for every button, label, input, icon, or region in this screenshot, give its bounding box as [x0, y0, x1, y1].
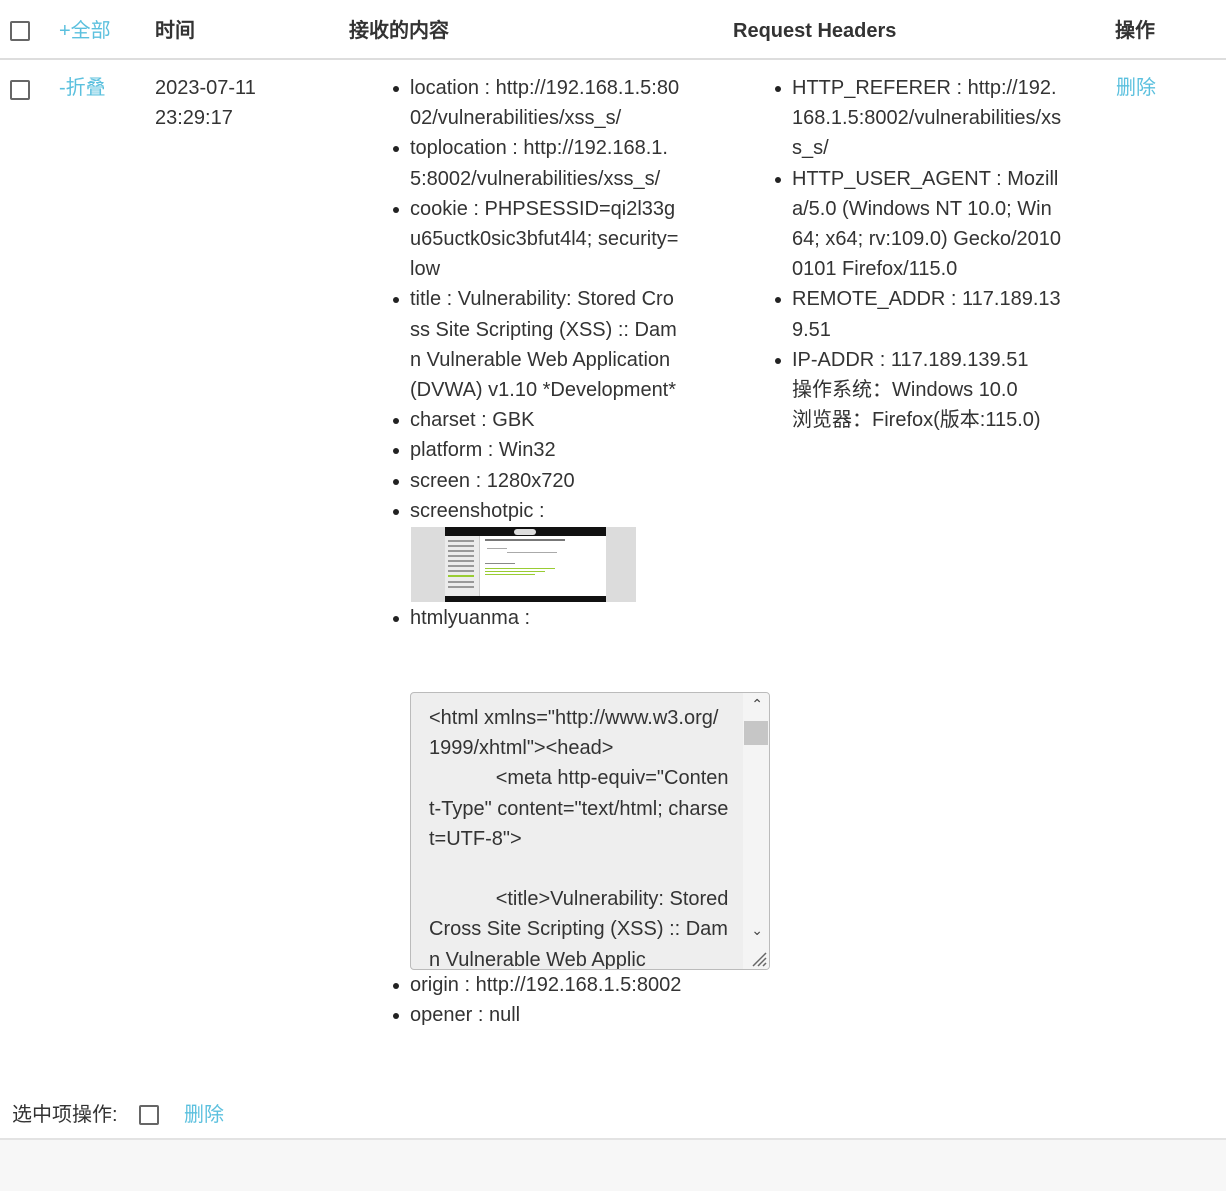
list-item: HTTP_USER_AGENTMozilla/5.0 (Windows NT 1…: [775, 164, 1062, 285]
column-header-actions: 操作: [1115, 20, 1155, 42]
item-value: GBK: [492, 409, 535, 432]
scrollbar-thumb[interactable]: [744, 721, 768, 745]
row-checkbox[interactable]: [10, 80, 30, 100]
os-info: 操作系统：Windows 10.0: [792, 379, 1018, 402]
delete-row-link[interactable]: 删除: [1116, 73, 1156, 103]
list-item: REMOTE_ADDR117.189.139.51: [775, 284, 1062, 344]
column-header-request-headers: Request Headers: [733, 20, 897, 42]
row-date: 2023-07-11: [155, 77, 256, 99]
list-item: cookiePHPSESSID=qi2l33gu65uctk0sic3bfut4…: [393, 194, 682, 285]
bulk-delete-link[interactable]: 删除: [184, 1100, 224, 1130]
list-item: htmlyuanma: [393, 603, 682, 633]
row-timestamp: 2023-07-11 23:29:17: [155, 73, 256, 133]
list-item: openernull: [393, 1000, 682, 1030]
select-all-link[interactable]: +全部: [59, 16, 111, 46]
collapse-toggle[interactable]: -折叠: [59, 73, 106, 103]
item-value: 1280x720: [486, 469, 575, 492]
bulk-actions-label: 选中项操作:: [12, 1104, 118, 1126]
list-item: originhttp://192.168.1.5:8002: [393, 970, 682, 1000]
html-source-text: <html xmlns="http://www.w3.org/1999/xhtm…: [429, 707, 729, 970]
list-item: screen1280x720: [393, 466, 682, 496]
item-key: origin: [410, 974, 476, 996]
column-header-content: 接收的内容: [349, 20, 449, 42]
item-key: screen: [410, 470, 487, 492]
list-item: platformWin32: [393, 435, 682, 465]
item-value: null: [488, 1004, 521, 1027]
item-key: htmlyuanma: [410, 607, 530, 629]
list-item: locationhttp://192.168.1.5:8002/vulnerab…: [393, 73, 682, 133]
item-key: opener: [410, 1004, 489, 1026]
list-item: screenshotpic: [393, 496, 682, 603]
textarea-scrollbar[interactable]: ⌃ ⌄: [743, 693, 769, 969]
item-value: Win32: [498, 439, 556, 462]
html-source-textarea[interactable]: <html xmlns="http://www.w3.org/1999/xhtm…: [410, 692, 770, 970]
item-key: cookie: [410, 198, 484, 220]
scroll-up-icon[interactable]: ⌃: [751, 697, 763, 711]
item-key: charset: [410, 409, 492, 431]
item-key: HTTP_USER_AGENT: [792, 168, 1007, 190]
table-header: +全部 时间 接收的内容 Request Headers 操作: [0, 0, 1226, 60]
item-key: screenshotpic: [410, 500, 545, 522]
item-key: location: [410, 77, 496, 99]
bulk-select-checkbox[interactable]: [139, 1105, 159, 1125]
item-key: REMOTE_ADDR: [792, 288, 962, 310]
row-time: 23:29:17: [155, 107, 233, 130]
browser-info: 浏览器：Firefox(版本:115.0): [792, 409, 1041, 432]
item-key: toplocation: [410, 137, 523, 159]
item-value: 117.189.139.51: [890, 348, 1029, 371]
resize-grip-icon[interactable]: [749, 949, 767, 967]
item-key: HTTP_REFERER: [792, 77, 968, 99]
column-header-time: 时间: [155, 20, 195, 42]
footer: [0, 1138, 1226, 1191]
item-key: platform: [410, 439, 499, 461]
received-content-list: locationhttp://192.168.1.5:8002/vulnerab…: [393, 73, 682, 633]
list-item: titleVulnerability: Stored Cross Site Sc…: [393, 284, 682, 405]
list-item: IP-ADDR117.189.139.51 操作系统：Windows 10.0 …: [775, 345, 1062, 436]
scroll-down-icon[interactable]: ⌄: [751, 923, 763, 937]
item-value: http://192.168.1.5:8002: [475, 974, 682, 996]
select-all-checkbox[interactable]: [10, 21, 30, 41]
screenshot-thumbnail[interactable]: [411, 527, 636, 603]
list-item: charsetGBK: [393, 405, 682, 435]
item-key: title: [410, 288, 458, 310]
received-content-list-tail: originhttp://192.168.1.5:8002 openernull: [393, 970, 682, 1030]
request-headers-list: HTTP_REFERERhttp://192.168.1.5:8002/vuln…: [775, 73, 1062, 436]
list-item: toplocationhttp://192.168.1.5:8002/vulne…: [393, 133, 682, 193]
list-item: HTTP_REFERERhttp://192.168.1.5:8002/vuln…: [775, 73, 1062, 164]
item-key: IP-ADDR: [792, 349, 891, 371]
